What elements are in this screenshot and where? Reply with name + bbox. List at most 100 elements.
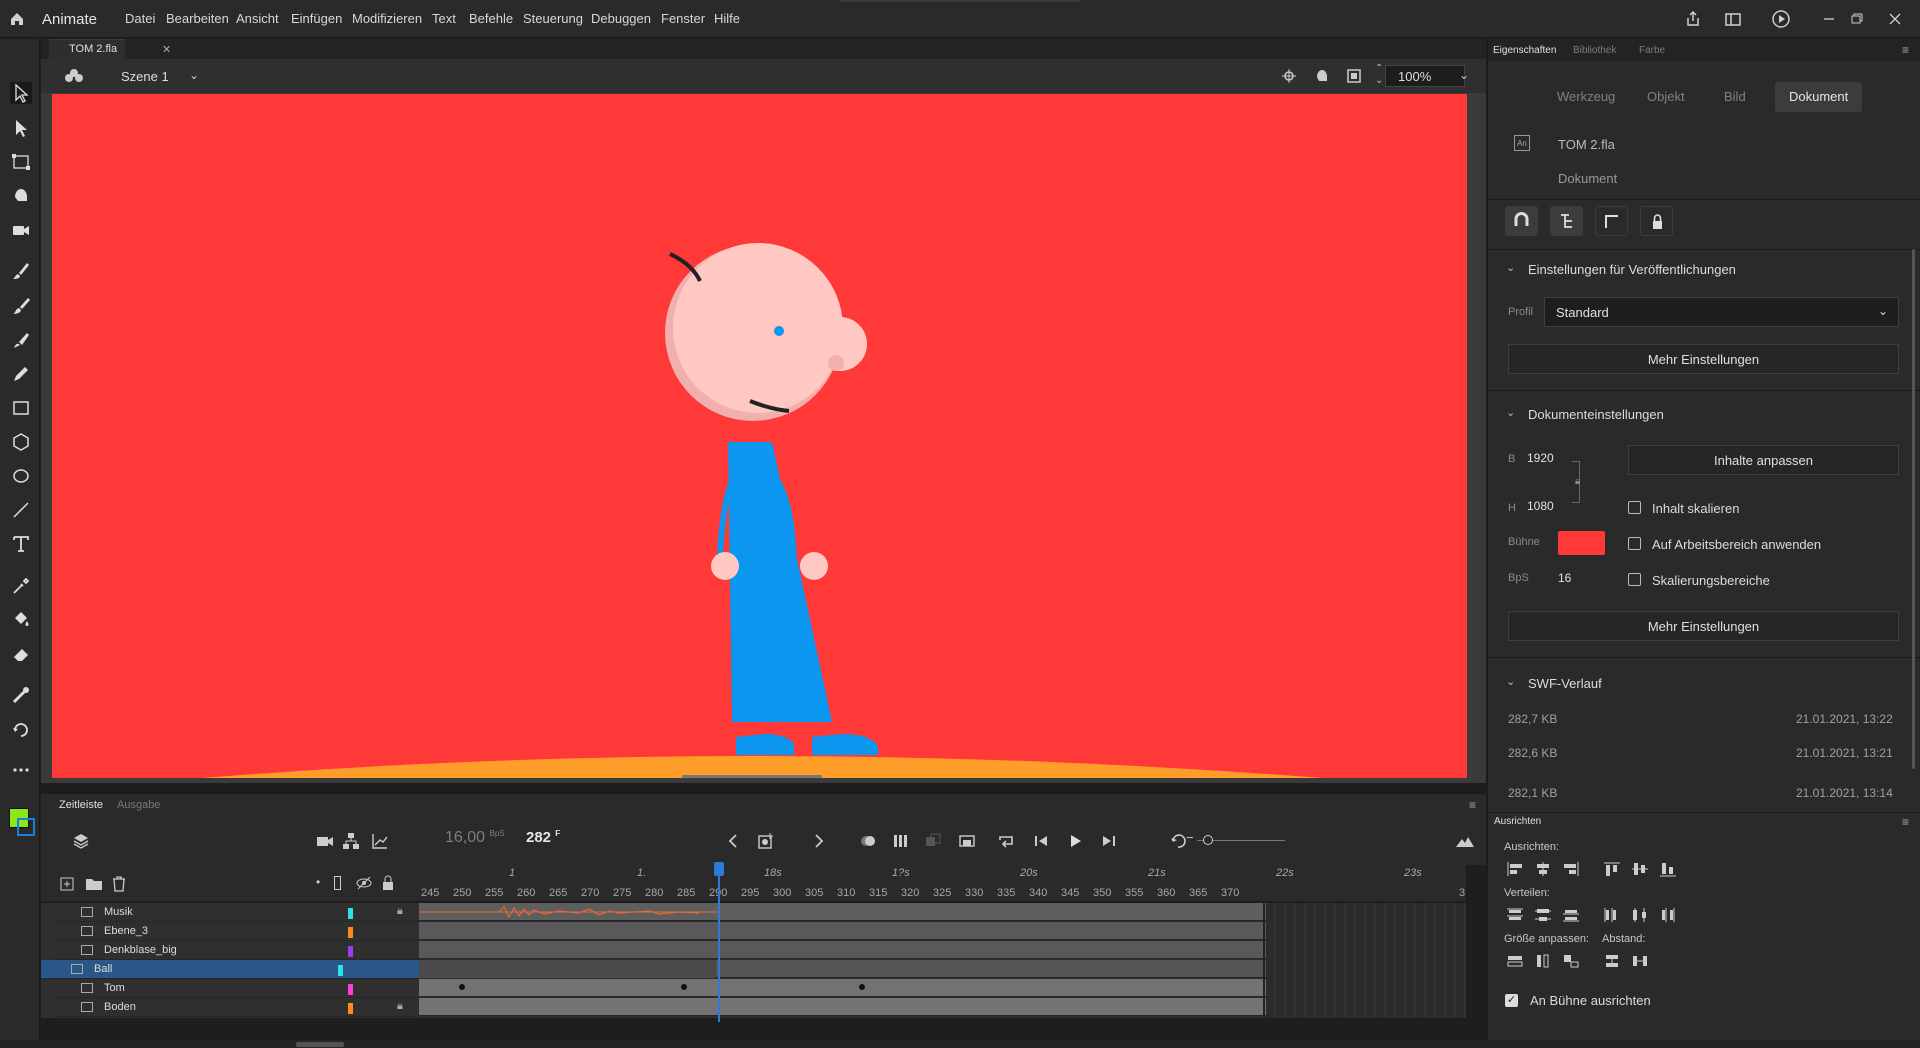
test-movie-icon[interactable]	[1770, 8, 1792, 30]
play-icon[interactable]	[1065, 831, 1085, 851]
paint-bucket-tool-icon[interactable]	[10, 609, 32, 631]
keyframe[interactable]	[681, 984, 687, 990]
tab-eigenschaften[interactable]: Eigenschaften	[1493, 45, 1556, 56]
line-tool-icon[interactable]	[10, 499, 32, 521]
segment-bild[interactable]: Bild	[1724, 82, 1746, 112]
menu-hilfe[interactable]: Hilfe	[714, 11, 740, 26]
menu-debuggen[interactable]: Debuggen	[591, 11, 651, 26]
scale-ranges-checkbox[interactable]	[1628, 573, 1641, 586]
undo-zoom-icon[interactable]	[1168, 831, 1188, 851]
fps-value[interactable]: 16,00 BpS	[445, 829, 505, 847]
space-vertical-icon[interactable]	[1603, 953, 1621, 969]
menu-datei[interactable]: Datei	[125, 11, 155, 26]
align-top-icon[interactable]	[1603, 861, 1621, 877]
collapse-chevron-icon[interactable]: ⌄	[1506, 406, 1515, 419]
panel-menu-icon[interactable]: ≡	[1902, 43, 1909, 57]
tab-bibliothek[interactable]: Bibliothek	[1573, 45, 1616, 56]
layer-color[interactable]	[348, 927, 353, 938]
camera-icon[interactable]	[315, 831, 335, 851]
menu-befehle[interactable]: Befehle	[469, 11, 513, 26]
align-to-stage-checkbox[interactable]: ✓	[1505, 994, 1518, 1007]
menu-modifizieren[interactable]: Modifizieren	[352, 11, 422, 26]
tab-farbe[interactable]: Farbe	[1639, 45, 1665, 56]
new-folder-icon[interactable]	[85, 876, 103, 895]
horizontal-scroll-thumb[interactable]	[296, 1042, 344, 1047]
distribute-right-icon[interactable]	[1659, 907, 1677, 923]
loop-icon[interactable]	[996, 831, 1016, 851]
menu-einfuegen[interactable]: Einfügen	[291, 11, 342, 26]
space-horizontal-icon[interactable]	[1631, 953, 1649, 969]
layer-row-denkblase-big[interactable]: Denkblase_big	[51, 941, 419, 960]
apply-workspace-checkbox[interactable]	[1628, 537, 1641, 550]
match-both-icon[interactable]	[1562, 953, 1580, 969]
playhead[interactable]	[718, 864, 720, 1022]
distribute-top-icon[interactable]	[1506, 907, 1524, 923]
collapse-chevron-icon[interactable]: ⌄	[1506, 675, 1515, 688]
menu-fenster[interactable]: Fenster	[661, 11, 705, 26]
segment-dokument[interactable]: Dokument	[1775, 82, 1863, 112]
selection-tool-icon[interactable]	[10, 82, 32, 104]
step-back-icon[interactable]	[1031, 831, 1051, 851]
clip-stage-icon[interactable]	[1346, 68, 1362, 87]
layer-row-boden[interactable]: Boden 🔒︎	[51, 998, 419, 1017]
distribute-vcenter-icon[interactable]	[1534, 907, 1552, 923]
center-stage-icon[interactable]	[1281, 68, 1297, 87]
graph-icon[interactable]	[370, 831, 390, 851]
oval-tool-icon[interactable]	[10, 465, 32, 487]
layer-row-musik[interactable]: Musik 🔒︎	[51, 903, 419, 922]
zoom-field[interactable]: 100%	[1385, 65, 1465, 87]
distribute-bottom-icon[interactable]	[1562, 907, 1580, 923]
layer-color[interactable]	[348, 984, 353, 995]
layer-row-ebene-3[interactable]: Ebene_3	[51, 922, 419, 941]
edit-symbols-icon[interactable]	[1313, 67, 1331, 88]
rectangle-tool-icon[interactable]	[10, 397, 32, 419]
menu-steuerung[interactable]: Steuerung	[523, 11, 583, 26]
fps-field[interactable]: 16	[1558, 571, 1571, 585]
next-keyframe-icon[interactable]	[808, 831, 828, 851]
stage-color-swatch[interactable]	[1558, 531, 1605, 555]
step-forward-icon[interactable]	[1099, 831, 1119, 851]
menu-bearbeiten[interactable]: Bearbeiten	[166, 11, 229, 26]
layer-row-ball[interactable]: Ball	[41, 960, 419, 979]
more-tools-icon[interactable]	[10, 759, 32, 781]
layer-row-tom[interactable]: Tom	[51, 979, 419, 998]
lock-guides-icon[interactable]	[1640, 206, 1673, 236]
delete-layer-icon[interactable]	[111, 875, 127, 896]
match-height-icon[interactable]	[1534, 953, 1552, 969]
layer-color[interactable]	[338, 965, 343, 976]
insert-frame-icon[interactable]	[957, 831, 977, 851]
close-icon[interactable]	[1884, 8, 1906, 30]
brush-tool-icon[interactable]	[10, 260, 32, 282]
asset-warp-tool-icon[interactable]	[10, 185, 32, 207]
more-settings-button[interactable]: Mehr Einstellungen	[1508, 611, 1899, 641]
tab-timeline[interactable]: Zeitleiste	[59, 799, 103, 811]
scene-dropdown-icon[interactable]: ⌄	[189, 68, 199, 82]
stroke-color-swatch[interactable]	[17, 818, 35, 836]
workspace-icon[interactable]	[1722, 8, 1744, 30]
lock-icon[interactable]: 🔒︎	[397, 1000, 403, 1013]
panel-menu-icon[interactable]: ≡	[1902, 815, 1909, 829]
onion-skin-icon[interactable]	[858, 831, 878, 851]
width-field[interactable]: 1920	[1527, 451, 1554, 465]
segment-objekt[interactable]: Objekt	[1647, 82, 1685, 112]
zoom-stepper-icon[interactable]: ⌃ ⌄	[1375, 63, 1383, 87]
close-tab-icon[interactable]: ✕	[162, 43, 171, 56]
free-transform-tool-icon[interactable]	[10, 151, 32, 173]
restore-icon[interactable]	[1846, 8, 1868, 30]
subselection-tool-icon[interactable]	[10, 117, 32, 139]
parenting-icon[interactable]	[341, 831, 361, 851]
profile-select[interactable]: Standard ⌄	[1544, 297, 1899, 327]
paint-brush-tool-icon[interactable]	[10, 295, 32, 317]
edit-multiple-frames-icon[interactable]	[891, 831, 911, 851]
lock-all-icon[interactable]	[381, 875, 395, 894]
frames-boden[interactable]	[419, 998, 1266, 1016]
align-right-icon[interactable]	[1562, 861, 1580, 877]
snap-icon[interactable]	[1505, 206, 1538, 236]
highlight-layers-icon[interactable]: •	[316, 875, 320, 889]
share-icon[interactable]	[1682, 8, 1704, 30]
timeline-zoom-knob[interactable]	[1203, 835, 1213, 845]
camera-tool-icon[interactable]	[10, 219, 32, 241]
polystar-tool-icon[interactable]	[10, 431, 32, 453]
stage-resize-handle[interactable]	[682, 775, 822, 778]
outline-all-icon[interactable]	[334, 876, 341, 890]
